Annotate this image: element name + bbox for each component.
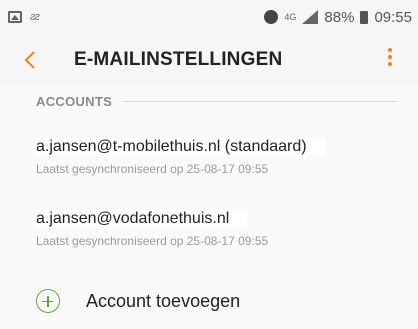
plus-icon	[36, 289, 60, 313]
more-vert-icon-dot	[388, 55, 392, 59]
signal-icon	[302, 10, 319, 24]
account-email: a.jansen@vodafonethuis.nl	[36, 210, 248, 228]
page-title: E-MAILINSTELLINGEN	[74, 49, 283, 70]
account-item[interactable]: a.jansen@t-mobilethuis.nl (standaard) La…	[36, 138, 406, 176]
network-type: 4G	[284, 11, 297, 22]
status-bar: ƨƨ 4G 88% 09:55	[0, 0, 418, 34]
account-item[interactable]: a.jansen@vodafonethuis.nl Laatst gesynch…	[36, 210, 406, 248]
status-right: 4G 88% 09:55	[264, 9, 412, 26]
section-label: ACCOUNTS	[36, 94, 113, 109]
battery-icon	[360, 10, 369, 24]
more-vert-icon	[388, 48, 392, 52]
more-vert-icon-dot	[388, 62, 392, 66]
battery-percent: 88%	[324, 8, 355, 26]
section-divider	[122, 101, 398, 102]
status-left: ƨƨ	[8, 11, 40, 23]
account-sync-status: Laatst gesynchroniseerd op 25-08-17 09:5…	[36, 162, 269, 176]
account-sync-status: Laatst gesynchroniseerd op 25-08-17 09:5…	[36, 234, 269, 248]
accounts-section: ACCOUNTS a.jansen@t-mobilethuis.nl (stan…	[0, 86, 418, 329]
add-account-button[interactable]: Account toevoegen	[36, 286, 240, 316]
gallery-icon	[8, 11, 22, 23]
clock: 09:55	[374, 8, 412, 26]
notification-glyph: ƨƨ	[30, 11, 40, 23]
app-bar: E-MAILINSTELLINGEN	[0, 34, 418, 86]
chevron-left-icon	[24, 51, 35, 69]
alarm-icon	[264, 10, 279, 24]
account-email: a.jansen@t-mobilethuis.nl (standaard)	[36, 138, 325, 156]
section-header: ACCOUNTS	[36, 94, 398, 109]
add-account-label: Account toevoegen	[86, 290, 241, 311]
back-button[interactable]	[24, 40, 58, 80]
more-options-button[interactable]	[384, 48, 396, 74]
